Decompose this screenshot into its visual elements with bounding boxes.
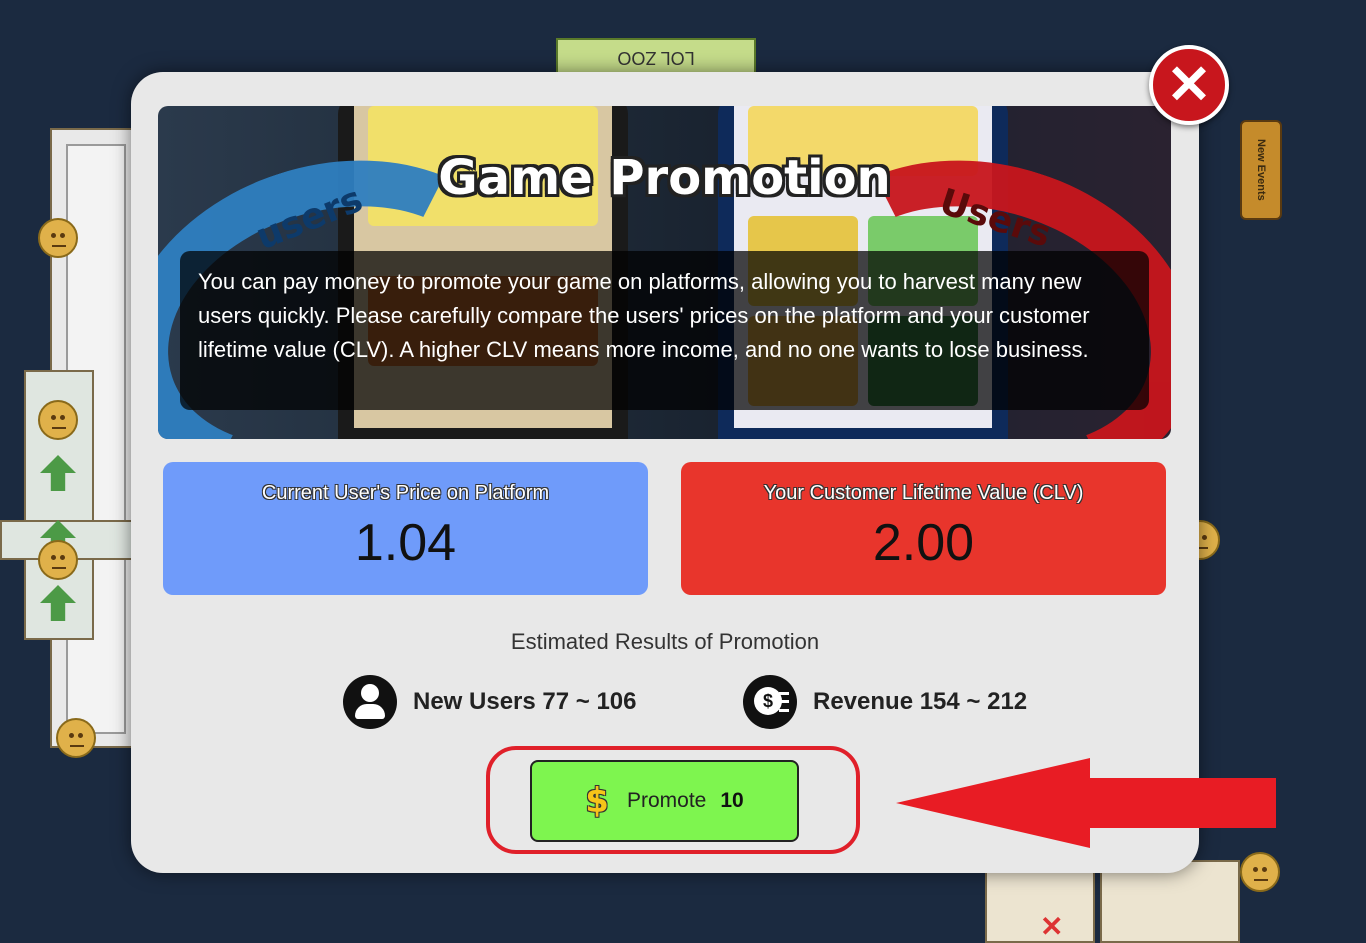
promote-button[interactable]: $ Promote 10 xyxy=(530,760,799,842)
sad-face-icon xyxy=(38,540,78,580)
platform-price-value: 1.04 xyxy=(354,514,457,572)
promote-button-label: Promote xyxy=(626,789,707,812)
estimates-title: Estimated Results of Promotion xyxy=(510,629,820,654)
promotion-dialog: users Users Game Promotion You can pay m… xyxy=(131,72,1199,873)
dollar-icon: $ xyxy=(585,781,609,821)
promotion-banner: users Users Game Promotion You can pay m… xyxy=(158,106,1171,439)
estimated-new-users-text: New Users 77 ~ 106 xyxy=(413,688,637,715)
sad-face-icon xyxy=(56,718,96,758)
platform-price-card: Current User's Price on Platform 1.04 xyxy=(163,462,648,595)
neutral-face-icon xyxy=(38,400,78,440)
board-x-icon: ✕ xyxy=(1040,911,1064,942)
estimated-revenue-text: Revenue 154 ~ 212 xyxy=(813,688,1028,715)
clv-card: Your Customer Lifetime Value (CLV) 2.00 xyxy=(681,462,1166,595)
user-icon xyxy=(343,675,397,729)
clv-label: Your Customer Lifetime Value (CLV) xyxy=(763,482,1084,504)
close-button[interactable]: ✕ xyxy=(1149,45,1229,125)
dialog-title: Game Promotion xyxy=(438,150,891,206)
neutral-face-icon xyxy=(38,218,78,258)
platform-price-label: Current User's Price on Platform xyxy=(261,482,550,504)
new-events-sign[interactable]: New Events xyxy=(1240,120,1282,220)
clv-value: 2.00 xyxy=(872,514,975,572)
estimated-new-users: New Users 77 ~ 106 xyxy=(343,675,637,729)
coins-icon: $ xyxy=(743,675,797,729)
neutral-face-icon xyxy=(1240,852,1280,892)
estimated-revenue: $ Revenue 154 ~ 212 xyxy=(743,675,1027,729)
promote-cost: 10 xyxy=(720,789,744,812)
promotion-description: You can pay money to promote your game o… xyxy=(180,251,1149,410)
